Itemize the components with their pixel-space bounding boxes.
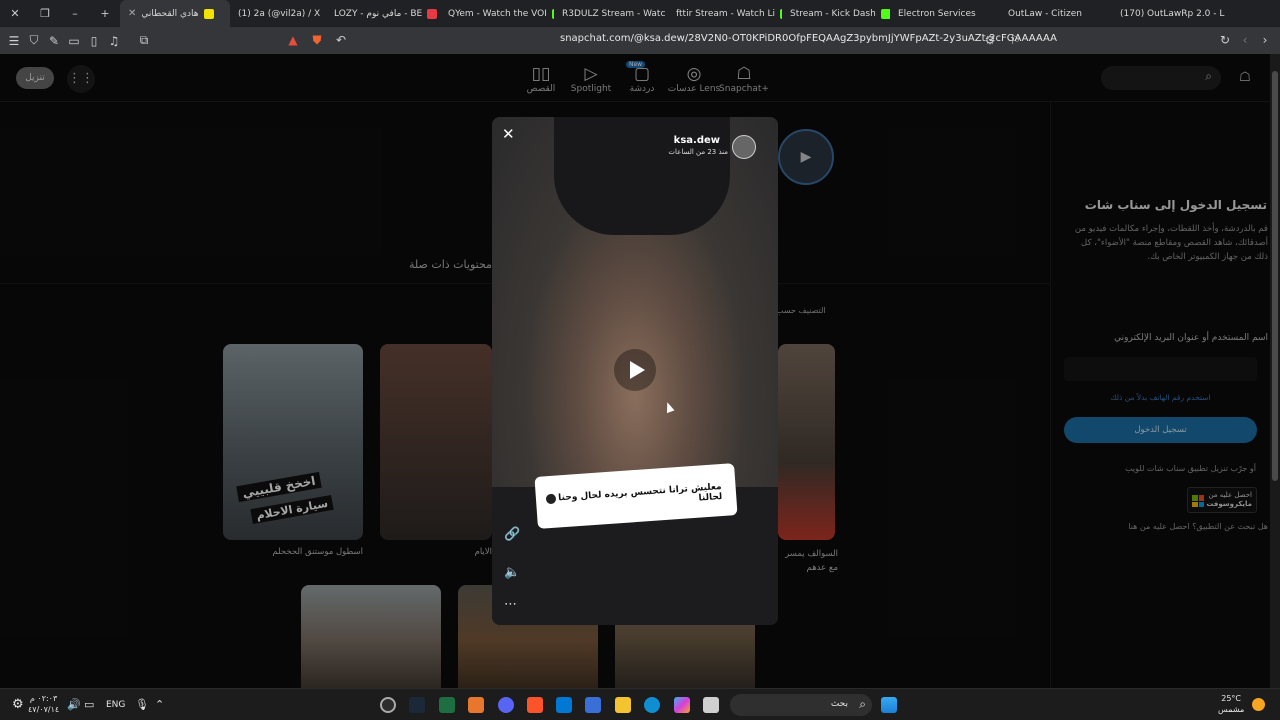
tab-label: QYem - Watch the VOI — [448, 8, 547, 19]
search-icon: ⌕ — [859, 697, 866, 711]
wallet-icon[interactable]: ▭ — [64, 34, 84, 48]
obs-icon[interactable] — [380, 697, 396, 713]
tab-label: fttir Stream - Watch Li — [676, 8, 776, 19]
tab-kick-2[interactable]: R3DULZ Stream - Watc — [554, 0, 668, 27]
close-window-icon[interactable]: ✕ — [0, 7, 30, 20]
bookmark-icon[interactable]: ⚐ — [1005, 33, 1025, 47]
tab-label: (170) OutLawRp 2.0 - L — [1120, 8, 1225, 19]
site-settings-icon[interactable]: ⚙ — [980, 33, 1000, 47]
tab-snapchat[interactable]: ✕ هادي القحطاني — [120, 0, 230, 27]
settings-icon[interactable]: ⚙ — [12, 697, 24, 712]
search-label: بحث — [830, 699, 848, 709]
music-icon[interactable]: ♫ — [104, 34, 124, 48]
clock-time: ٠٢:٠٣ م — [29, 694, 58, 703]
youtube-icon — [427, 8, 438, 19]
shield-icon[interactable]: ⛉ — [24, 33, 44, 48]
tab-label: LOZY - مافي نوم - BE — [334, 8, 423, 19]
tab-x[interactable]: (1) 2a (@vil2a) / X X — [230, 0, 326, 27]
weather-widget[interactable]: 25°C مشمس — [1218, 693, 1244, 715]
sticker-text: معليش ترانا نتحسس بريده لحال وحنا لحالنا — [557, 482, 723, 504]
screenshot-icon[interactable]: ⧉ — [134, 33, 154, 48]
play-icon — [630, 361, 645, 379]
windows-taskbar: ⚙ ٠٢:٠٣ م ٤٧/٠٧/١٤ 🔊 ▭ ENG 🎙 ⌃ بحث ⌕ 25°… — [0, 688, 1280, 720]
tab-label: OutLaw - Citizen — [1008, 8, 1082, 19]
story-timestamp: منذ 23 من الساعات — [668, 148, 728, 156]
outlook-icon[interactable] — [556, 697, 572, 713]
snapchat-icon — [203, 8, 214, 19]
language-indicator[interactable]: ENG — [106, 700, 125, 710]
microphone-icon[interactable]: 🎙 — [135, 698, 149, 711]
tab-kick-dash[interactable]: Stream - Kick Dash — [782, 0, 890, 27]
more-options-icon[interactable]: ⋯ — [504, 597, 517, 612]
weather-temp: 25°C — [1221, 694, 1241, 703]
tab-label: Stream - Kick Dash — [790, 8, 876, 19]
menu-icon[interactable]: ☰ — [4, 34, 24, 48]
brave-rewards-icon[interactable]: ▲ — [283, 33, 303, 47]
clock-date: ٤٧/٠٧/١٤ — [28, 705, 60, 714]
weather-condition: مشمس — [1218, 705, 1245, 714]
play-button[interactable] — [614, 349, 656, 391]
undo-icon[interactable]: ↶ — [331, 33, 351, 47]
excel-icon[interactable] — [439, 697, 455, 713]
forward-icon[interactable]: › — [1255, 33, 1275, 47]
story-video-player[interactable]: ✕ ksa.dew منذ 23 من الساعات معليش ترانا … — [492, 117, 778, 625]
kick-icon — [880, 8, 890, 19]
tab-kick-3[interactable]: fttir Stream - Watch Li — [668, 0, 782, 27]
reload-icon[interactable]: ↻ — [1215, 33, 1235, 47]
back-icon[interactable]: ‹ — [1235, 33, 1255, 47]
minimize-window-icon[interactable]: – — [60, 7, 90, 20]
mute-icon[interactable]: 🔈 — [504, 565, 520, 580]
link-icon[interactable]: 🔗 — [504, 527, 520, 542]
taskbar-search[interactable]: بحث ⌕ — [730, 694, 872, 716]
windows-start-icon[interactable] — [881, 697, 897, 713]
network-icon[interactable]: ▭ — [84, 698, 94, 711]
adobe-icon[interactable] — [468, 697, 484, 713]
restore-window-icon[interactable]: ❐ — [30, 7, 60, 20]
tab-outlaw[interactable]: OutLaw - Citizen — [1000, 0, 1112, 27]
brave-icon[interactable] — [527, 697, 543, 713]
tab-electron[interactable]: Electron Services — [890, 0, 1000, 27]
tab-label: R3DULZ Stream - Watc — [562, 8, 666, 19]
avatar[interactable] — [732, 135, 756, 159]
page-scrollbar[interactable] — [1270, 54, 1280, 688]
volume-icon[interactable]: 🔊 — [67, 698, 81, 711]
tab-label: هادي القحطاني — [141, 8, 199, 19]
store-icon[interactable] — [585, 697, 601, 713]
scrollbar-thumb[interactable] — [1272, 71, 1278, 481]
clock[interactable]: ٠٢:٠٣ م ٤٧/٠٧/١٤ — [28, 693, 59, 715]
task-view-icon[interactable] — [703, 697, 719, 713]
browser-tab-bar: ✕ ❐ – + ✕ هادي القحطاني (1) 2a (@vil2a) … — [0, 0, 1280, 27]
copilot-icon[interactable] — [674, 697, 690, 713]
file-explorer-icon[interactable] — [615, 697, 631, 713]
edge-icon[interactable] — [644, 697, 660, 713]
sidebar-icon[interactable]: ▯ — [84, 34, 104, 48]
extensions-icon[interactable]: ✎ — [44, 34, 64, 48]
browser-toolbar: ☰ ⛉ ✎ ▭ ▯ ♫ ⧉ ▲ ⛊ ↶ snapchat.com/@ksa.de… — [0, 27, 1280, 54]
tab-outlawrp[interactable]: (170) OutLawRp 2.0 - L — [1112, 0, 1232, 27]
chevron-up-icon[interactable]: ⌃ — [155, 698, 164, 711]
story-username[interactable]: ksa.dew — [674, 135, 720, 146]
snapchat-page: تنزيل ⋮⋮ ▯▯ القصص ▷ Spotlight ▢ دردشة Ne… — [0, 54, 1280, 688]
tab-label: Electron Services — [898, 8, 976, 19]
close-icon[interactable]: ✕ — [502, 125, 515, 143]
tab-label: (1) 2a (@vil2a) / X — [238, 8, 321, 19]
steam-icon[interactable] — [409, 697, 425, 713]
tab-kick-1[interactable]: QYem - Watch the VOI — [440, 0, 554, 27]
sticker-avatar-icon — [545, 493, 557, 505]
brave-shield-icon[interactable]: ⛊ — [307, 33, 327, 48]
tab-youtube[interactable]: LOZY - مافي نوم - BE — [326, 0, 440, 27]
close-icon[interactable]: ✕ — [128, 8, 136, 19]
sun-icon — [1252, 698, 1265, 711]
discord-icon[interactable] — [498, 697, 514, 713]
new-tab-icon[interactable]: + — [90, 7, 120, 20]
